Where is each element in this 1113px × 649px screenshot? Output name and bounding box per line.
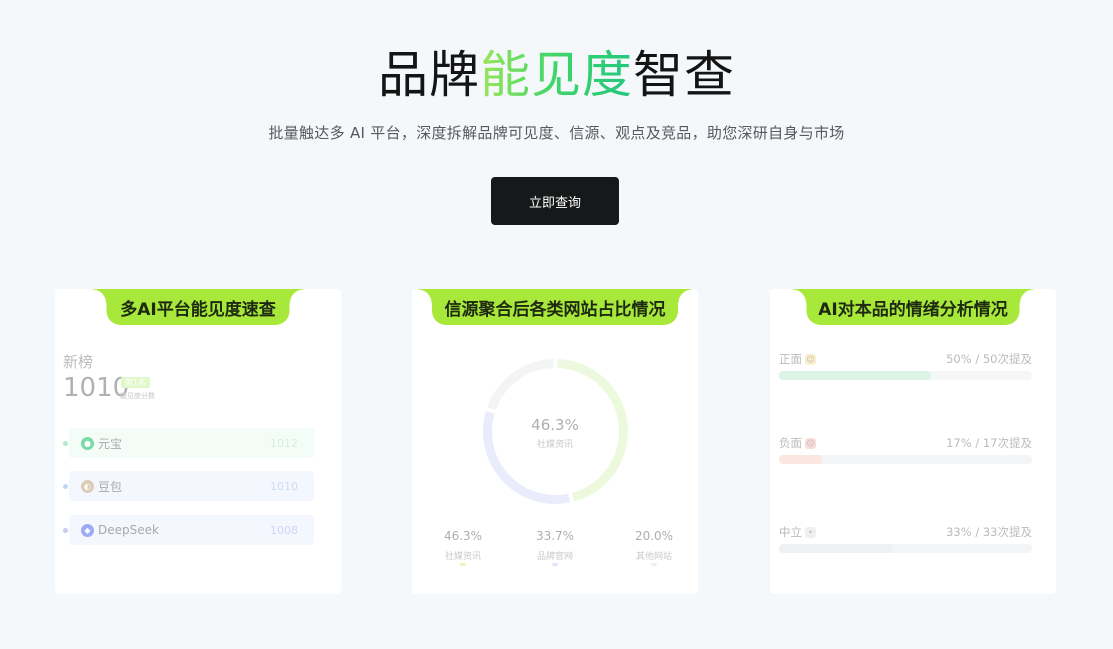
legend-item: 20.0% 其他网站 xyxy=(614,529,694,566)
platform-name: DeepSeek xyxy=(98,523,159,537)
platform-row: ◐ 豆包 1010 xyxy=(63,471,314,501)
row-dot xyxy=(63,483,68,489)
neutral-face-icon: • xyxy=(805,527,816,538)
sentiment-label: 负面 xyxy=(779,436,802,450)
title-prefix: 品牌 xyxy=(378,46,480,104)
source-share-card: 信源聚合后各类网站占比情况 46.3% 社媒资讯 46.3% 社媒资讯 33.7… xyxy=(412,289,698,594)
sentiment-stat: 17% / 17次提及 xyxy=(946,436,1032,450)
yuanbao-icon: ● xyxy=(81,436,94,450)
legend-marker xyxy=(460,563,466,566)
query-now-button[interactable]: 立即查询 xyxy=(491,177,619,225)
sentiment-bar-fill xyxy=(779,544,893,553)
doubao-icon: ◐ xyxy=(81,479,94,493)
happy-face-icon: ☺ xyxy=(805,354,816,365)
sentiment-row: 负面 ☹ 17% / 17次提及 xyxy=(779,435,1032,464)
sentiment-bar xyxy=(779,455,1032,464)
platform-value: 1012 xyxy=(270,436,298,450)
title-suffix: 智查 xyxy=(633,46,735,104)
platform-value: 1008 xyxy=(270,523,298,537)
platform-name: 豆包 xyxy=(98,479,123,494)
rank-badge: 第1名 xyxy=(121,377,151,388)
legend-value: 33.7% xyxy=(535,529,575,543)
sentiment-bar-fill xyxy=(779,455,822,464)
legend-value: 20.0% xyxy=(634,529,674,543)
card-tab-title: 信源聚合后各类网站占比情况 xyxy=(418,289,692,325)
score-caption: 能见度分数 xyxy=(120,392,155,400)
sentiment-row: 正面 ☺ 50% / 50次提及 xyxy=(779,351,1032,380)
angry-face-icon: ☹ xyxy=(805,438,816,449)
legend-label: 其他网站 xyxy=(635,552,672,562)
brand-name: 新榜 xyxy=(63,353,94,371)
deepseek-icon: ◆ xyxy=(81,523,94,537)
legend-item: 46.3% 社媒资讯 xyxy=(423,529,503,566)
row-dot xyxy=(63,527,68,533)
sentiment-label: 正面 xyxy=(779,352,802,366)
platform-row: ● 元宝 1012 xyxy=(63,428,314,458)
sentiment-label: 中立 xyxy=(779,525,802,539)
sentiment-bar xyxy=(779,544,1032,553)
platform-name: 元宝 xyxy=(98,436,123,451)
legend-label: 社媒资讯 xyxy=(444,552,481,562)
sentiment-stat: 33% / 33次提及 xyxy=(946,525,1032,539)
page-subtitle: 批量触达多 AI 平台，深度拆解品牌可见度、信源、观点及竞品，助您深研自身与市场 xyxy=(268,124,845,142)
donut-center-value: 46.3% xyxy=(531,416,579,434)
sentiment-bar-fill xyxy=(779,371,931,380)
platform-value: 1010 xyxy=(270,479,298,493)
legend-item: 33.7% 品牌官网 xyxy=(515,529,595,566)
legend-label: 品牌官网 xyxy=(536,552,573,562)
donut-slice-3 xyxy=(487,359,554,411)
sentiment-bar xyxy=(779,371,1032,380)
donut-center-label: 社媒资讯 xyxy=(536,440,573,450)
sentiment-card: AI对本品的情绪分析情况 正面 ☺ 50% / 50次提及 负面 ☹ 17% / 1… xyxy=(770,289,1056,594)
legend-marker xyxy=(651,563,657,566)
title-accent: 能见度 xyxy=(480,46,633,104)
legend-value: 46.3% xyxy=(443,529,483,543)
platform-row: ◆ DeepSeek 1008 xyxy=(63,515,314,545)
page-title: 品牌能见度智查 xyxy=(0,44,1113,106)
sentiment-row: 中立 • 33% / 33次提及 xyxy=(779,524,1032,553)
sentiment-stat: 50% / 50次提及 xyxy=(946,352,1032,366)
visibility-card: 多AI平台能见度速查 新榜 1010 第1名 能见度分数 ● 元宝 1012 ◐… xyxy=(55,289,341,594)
card-tab-title: AI对本品的情绪分析情况 xyxy=(792,289,1034,325)
row-dot xyxy=(63,440,68,446)
card-tab-title: 多AI平台能见度速查 xyxy=(92,289,304,325)
legend-marker xyxy=(552,563,558,566)
